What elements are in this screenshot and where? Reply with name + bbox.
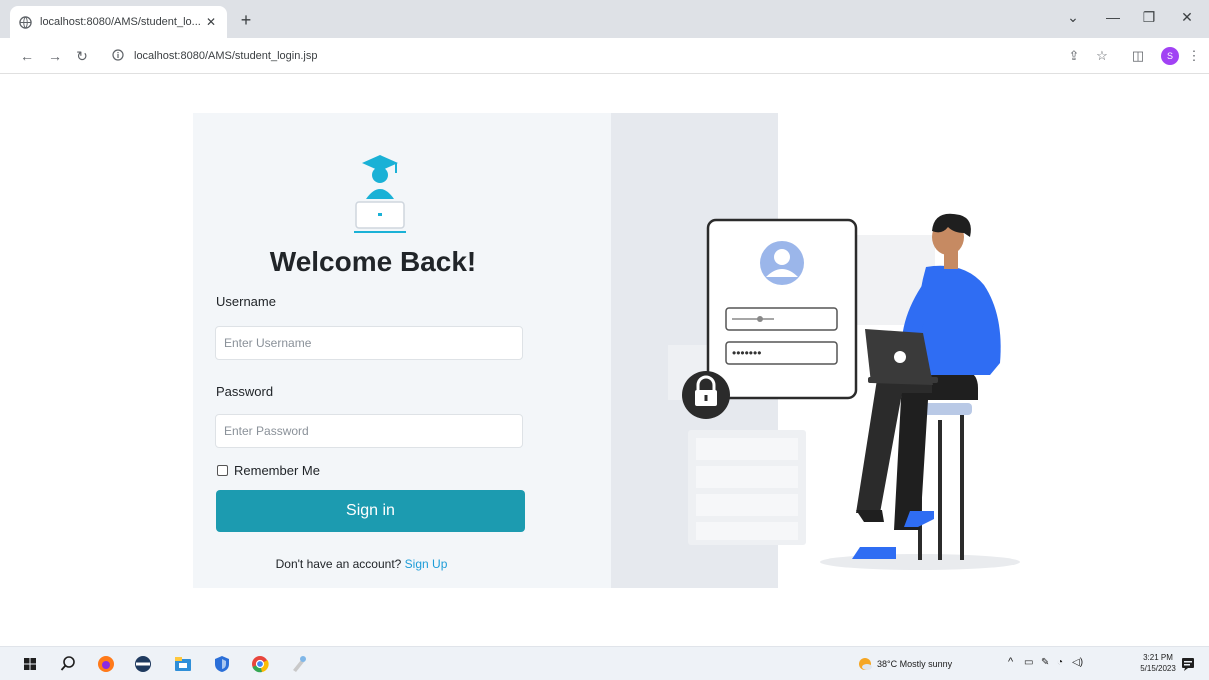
url-text: localhost:8080/AMS/student_login.jsp	[134, 50, 318, 62]
browser-tab[interactable]: localhost:8080/AMS/student_lo... ✕	[10, 6, 227, 38]
close-tab-icon[interactable]: ✕	[203, 15, 219, 29]
firefox-icon[interactable]	[96, 654, 116, 674]
remember-me-label: Remember Me	[234, 463, 320, 478]
clock-time: 3:21 PM	[1143, 653, 1173, 662]
forward-arrow-icon[interactable]: →	[46, 47, 64, 65]
clock-date: 5/15/2023	[1140, 664, 1176, 673]
tab-search-icon[interactable]: ⌄	[1062, 9, 1084, 26]
restore-icon[interactable]: ❐	[1138, 9, 1160, 26]
sign-up-link[interactable]: Sign Up	[405, 557, 448, 571]
password-mask-text: •••••••	[732, 346, 761, 360]
volume-icon[interactable]: ◁)	[1072, 657, 1083, 668]
back-arrow-icon[interactable]: ←	[18, 47, 36, 65]
close-window-icon[interactable]: ✕	[1176, 9, 1198, 26]
remember-me-row[interactable]: Remember Me	[217, 463, 320, 478]
wifi-icon[interactable]: ◔	[1057, 657, 1063, 668]
browser-tab-bar: localhost:8080/AMS/student_lo... ✕ + ⌄ —…	[0, 0, 1209, 38]
notifications-icon[interactable]	[1180, 656, 1196, 672]
tab-title: localhost:8080/AMS/student_lo...	[40, 16, 201, 28]
security-shield-icon[interactable]	[212, 654, 232, 674]
password-input[interactable]	[215, 414, 523, 448]
battery-icon[interactable]: ▭	[1024, 657, 1033, 668]
paint-app-icon[interactable]	[289, 654, 309, 674]
pen-icon[interactable]: ✎	[1041, 657, 1049, 668]
windows-taskbar: 38°C Mostly sunny ^ ▭ ✎ ◔ ◁) 3:21 PM 5/1…	[0, 646, 1209, 680]
side-panel-icon[interactable]: ◫	[1130, 48, 1146, 64]
minimize-icon[interactable]: —	[1102, 9, 1124, 25]
address-bar[interactable]: localhost:8080/AMS/student_login.jsp	[104, 43, 1034, 69]
browser-toolbar: ← → ↻ localhost:8080/AMS/student_login.j…	[0, 38, 1209, 74]
globe-icon	[18, 15, 32, 29]
page-title: Welcome Back!	[269, 246, 477, 277]
reload-icon[interactable]: ↻	[73, 47, 91, 65]
taskbar-clock[interactable]: 3:21 PM 5/15/2023	[1139, 652, 1177, 674]
more-menu-icon[interactable]: ⋮	[1186, 48, 1202, 64]
info-icon[interactable]	[112, 49, 126, 63]
windows-start-icon[interactable]	[20, 654, 40, 674]
sign-in-button[interactable]: Sign in	[216, 490, 525, 532]
bookmark-star-icon[interactable]: ☆	[1094, 48, 1110, 64]
search-icon[interactable]	[58, 654, 78, 674]
student-graduate-icon	[354, 155, 406, 233]
chrome-icon[interactable]	[250, 654, 270, 674]
signup-prompt: Don't have an account?	[275, 557, 402, 571]
app-icon[interactable]	[133, 654, 153, 674]
profile-avatar[interactable]: S	[1161, 47, 1179, 65]
share-icon[interactable]: ⇪	[1066, 48, 1082, 64]
file-explorer-icon[interactable]	[173, 654, 193, 674]
weather-text[interactable]: 38°C Mostly sunny	[877, 659, 952, 669]
username-label: Username	[216, 294, 276, 309]
password-label: Password	[216, 384, 274, 399]
username-input[interactable]	[215, 326, 523, 360]
signup-row: Don't have an account? Sign Up	[193, 557, 530, 571]
remember-me-checkbox[interactable]	[217, 465, 228, 476]
login-illustration: •••••••	[668, 213, 1020, 570]
show-hidden-icons[interactable]: ^	[1008, 656, 1013, 668]
new-tab-button[interactable]: +	[236, 11, 256, 31]
weather-sun-icon[interactable]	[857, 656, 873, 672]
